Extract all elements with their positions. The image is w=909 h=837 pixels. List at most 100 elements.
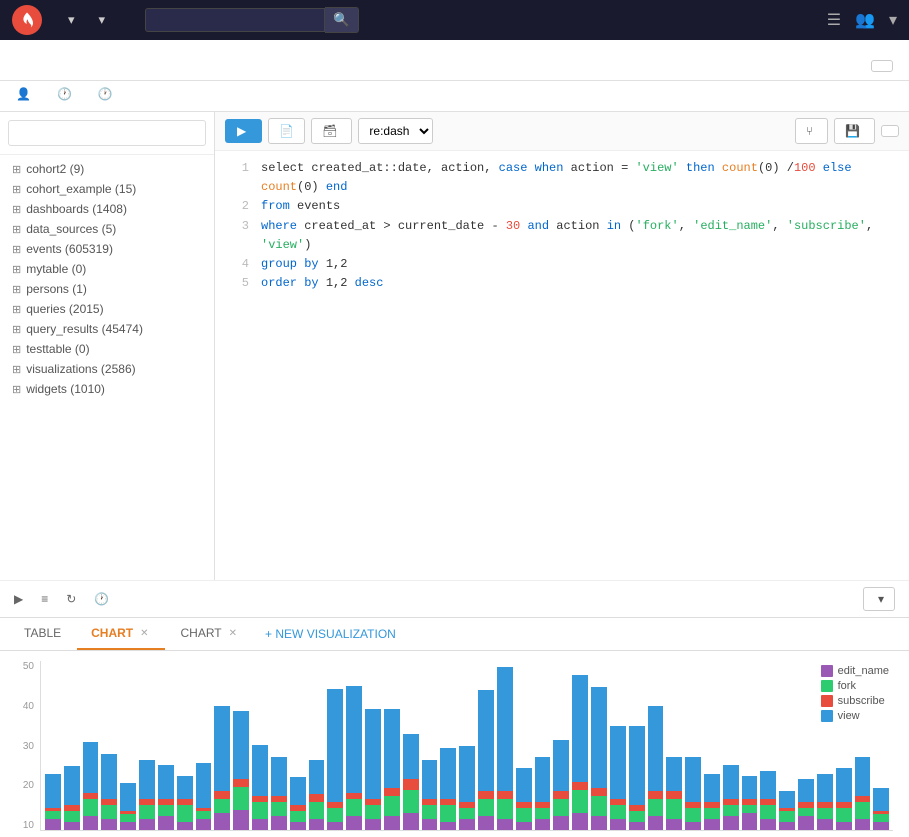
tab-close-button[interactable]: ✕ [227, 628, 239, 639]
bar-segment [572, 782, 588, 790]
bar-group [83, 742, 99, 830]
bar-segment [196, 819, 212, 830]
bar-segment [704, 819, 720, 830]
bar-segment [196, 763, 212, 808]
new-visualization-button[interactable]: + NEW VISUALIZATION [255, 619, 406, 649]
table-icon: ⊞ [12, 383, 21, 396]
bar-segment [760, 805, 776, 819]
nav-queries[interactable]: ▾ [85, 12, 116, 28]
format-query-button[interactable]: 📄 [268, 118, 305, 144]
bar-group [233, 711, 249, 830]
fork-button[interactable]: ⑂ [795, 118, 828, 144]
bar-segment [384, 796, 400, 816]
bar-segment [346, 816, 362, 830]
table-icon: ⊞ [12, 323, 21, 336]
tab-chart2[interactable]: CHART✕ [167, 618, 254, 650]
created-by: 👤 [16, 87, 39, 101]
data-source-button[interactable]: 🗃 [311, 118, 352, 144]
bar-segment [64, 811, 80, 822]
schema-item[interactable]: ⊞widgets (1010) [0, 379, 214, 399]
schema-item[interactable]: ⊞events (605319) [0, 239, 214, 259]
bar-segment [83, 799, 99, 816]
tab-close-button[interactable]: ✕ [138, 628, 150, 639]
bar-segment [648, 706, 664, 791]
bar-segment [422, 805, 438, 819]
save-button[interactable]: 💾 [834, 118, 875, 144]
bar-group [478, 690, 494, 830]
bar-segment [384, 788, 400, 796]
schema-search-input[interactable] [8, 120, 206, 146]
bar-group [384, 709, 400, 830]
schema-item[interactable]: ⊞cohort2 (9) [0, 159, 214, 179]
bar-segment [855, 819, 871, 830]
bar-segment [346, 686, 362, 793]
tab-table[interactable]: TABLE [10, 618, 75, 650]
line-number: 4 [225, 255, 249, 274]
bar-segment [516, 768, 532, 802]
y-axis-label: 30 [16, 741, 34, 752]
bar-group [196, 763, 212, 830]
bar-segment [196, 811, 212, 819]
bar-segment [723, 816, 739, 830]
bar-segment [139, 805, 155, 819]
bar-segment [723, 765, 739, 799]
bar-segment [873, 822, 889, 830]
table-icon: ⊞ [12, 263, 21, 276]
datasource-select[interactable]: re:dash [358, 118, 433, 144]
bar-group [271, 757, 287, 830]
bar-segment [817, 819, 833, 830]
top-nav: ▾ ▾ 🔍 ☰ 👥 ▾ [0, 0, 909, 40]
stack-icon[interactable]: ☰ [827, 10, 841, 30]
created-at: 🕐 [98, 87, 121, 101]
bar-group [817, 774, 833, 830]
bars-area [40, 661, 893, 831]
schema-item[interactable]: ⊞queries (2015) [0, 299, 214, 319]
bar-segment [120, 783, 136, 811]
bar-segment [233, 711, 249, 779]
schema-item[interactable]: ⊞visualizations (2586) [0, 359, 214, 379]
hide-source-button[interactable] [871, 60, 893, 72]
bar-segment [384, 816, 400, 830]
schema-item[interactable]: ⊞mytable (0) [0, 259, 214, 279]
schema-item[interactable]: ⊞query_results (45474) [0, 319, 214, 339]
more-options-button[interactable] [881, 125, 899, 137]
schema-item[interactable]: ⊞persons (1) [0, 279, 214, 299]
bar-segment [497, 799, 513, 819]
schema-item[interactable]: ⊞dashboards (1408) [0, 199, 214, 219]
bar-segment [459, 746, 475, 802]
execute-button[interactable]: ▶ [225, 119, 262, 143]
bar-segment [873, 814, 889, 822]
bar-segment [742, 805, 758, 813]
bar-segment [685, 808, 701, 822]
user-menu[interactable]: ▾ [889, 10, 897, 30]
app-logo[interactable] [12, 5, 42, 35]
schema-item[interactable]: ⊞cohort_example (15) [0, 179, 214, 199]
users-icon[interactable]: 👥 [855, 10, 875, 30]
bar-segment [553, 816, 569, 830]
bar-group [779, 791, 795, 830]
legend-item: fork [821, 680, 889, 692]
schema-item[interactable]: ⊞data_sources (5) [0, 219, 214, 239]
nav-dashboards[interactable]: ▾ [54, 12, 85, 28]
schema-item[interactable]: ⊞testtable (0) [0, 339, 214, 359]
schema-search-container [0, 112, 214, 155]
table-icon: ⊞ [12, 243, 21, 256]
tabs-bar: TABLECHART✕CHART✕+ NEW VISUALIZATION [0, 618, 909, 651]
search-input[interactable] [145, 8, 325, 32]
bar-segment [290, 822, 306, 830]
bar-group [742, 776, 758, 830]
table-icon: ⊞ [12, 163, 21, 176]
y-axis-label: 40 [16, 701, 34, 712]
bar-segment [45, 811, 61, 819]
code-editor[interactable]: 1select created_at::date, action, case w… [215, 151, 909, 580]
bar-group [327, 689, 343, 830]
bar-segment [459, 819, 475, 830]
bar-segment [83, 742, 99, 793]
tab-chart1[interactable]: CHART✕ [77, 618, 164, 650]
search-button[interactable]: 🔍 [325, 7, 359, 33]
bar-segment [403, 790, 419, 813]
download-dataset-button[interactable]: ▾ [863, 587, 895, 611]
bar-segment [327, 822, 343, 830]
y-axis-label: 20 [16, 780, 34, 791]
bar-group [535, 757, 551, 830]
